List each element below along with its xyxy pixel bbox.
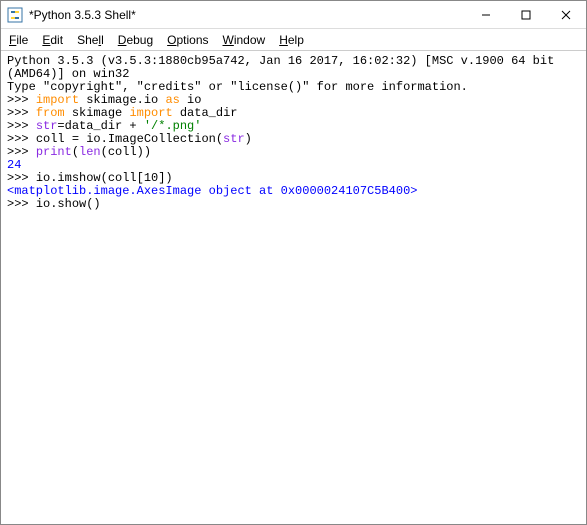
kw-import: import [36, 93, 79, 107]
menu-help[interactable]: Help [279, 33, 304, 47]
minimize-button[interactable] [466, 1, 506, 28]
text: skimage [65, 106, 130, 120]
text: ( [72, 145, 79, 159]
kw-as: as [165, 93, 179, 107]
shell-header-1: Python 3.5.3 (v3.5.3:1880cb95a742, Jan 1… [7, 54, 562, 81]
prompt: >>> [7, 119, 36, 133]
text: io.show() [36, 197, 101, 211]
menu-file[interactable]: File [9, 33, 28, 47]
titlebar: *Python 3.5.3 Shell* [1, 1, 586, 29]
output-line: <matplotlib.image.AxesImage object at 0x… [7, 184, 417, 198]
window: *Python 3.5.3 Shell* File Edit Shell Deb… [0, 0, 587, 525]
output-line: 24 [7, 158, 21, 172]
text: (coll)) [101, 145, 151, 159]
menu-edit[interactable]: Edit [42, 33, 63, 47]
menu-options[interactable]: Options [167, 33, 208, 47]
prompt: >>> [7, 145, 36, 159]
builtin-str: str [36, 119, 58, 133]
maximize-button[interactable] [506, 1, 546, 28]
builtin-print: print [36, 145, 72, 159]
text: skimage.io [79, 93, 165, 107]
prompt: >>> [7, 106, 36, 120]
text: =data_dir + [57, 119, 143, 133]
kw-from: from [36, 106, 65, 120]
builtin-str: str [223, 132, 245, 146]
prompt: >>> [7, 171, 36, 185]
text: coll = io.ImageCollection( [36, 132, 223, 146]
window-title: *Python 3.5.3 Shell* [29, 8, 466, 22]
prompt: >>> [7, 197, 36, 211]
text: io.imshow(coll[10]) [36, 171, 173, 185]
text: ) [245, 132, 252, 146]
menu-window[interactable]: Window [223, 33, 266, 47]
shell-content[interactable]: Python 3.5.3 (v3.5.3:1880cb95a742, Jan 1… [1, 51, 586, 524]
menu-debug[interactable]: Debug [118, 33, 153, 47]
text: data_dir [173, 106, 238, 120]
prompt: >>> [7, 132, 36, 146]
close-button[interactable] [546, 1, 586, 28]
kw-import: import [129, 106, 172, 120]
window-controls [466, 1, 586, 28]
string-literal: '/*.png' [144, 119, 202, 133]
shell-header-2: Type "copyright", "credits" or "license(… [7, 80, 468, 94]
prompt: >>> [7, 93, 36, 107]
python-idle-icon [7, 7, 23, 23]
text: io [180, 93, 202, 107]
builtin-len: len [79, 145, 101, 159]
menu-shell[interactable]: Shell [77, 33, 104, 47]
menubar: File Edit Shell Debug Options Window Hel… [1, 29, 586, 51]
